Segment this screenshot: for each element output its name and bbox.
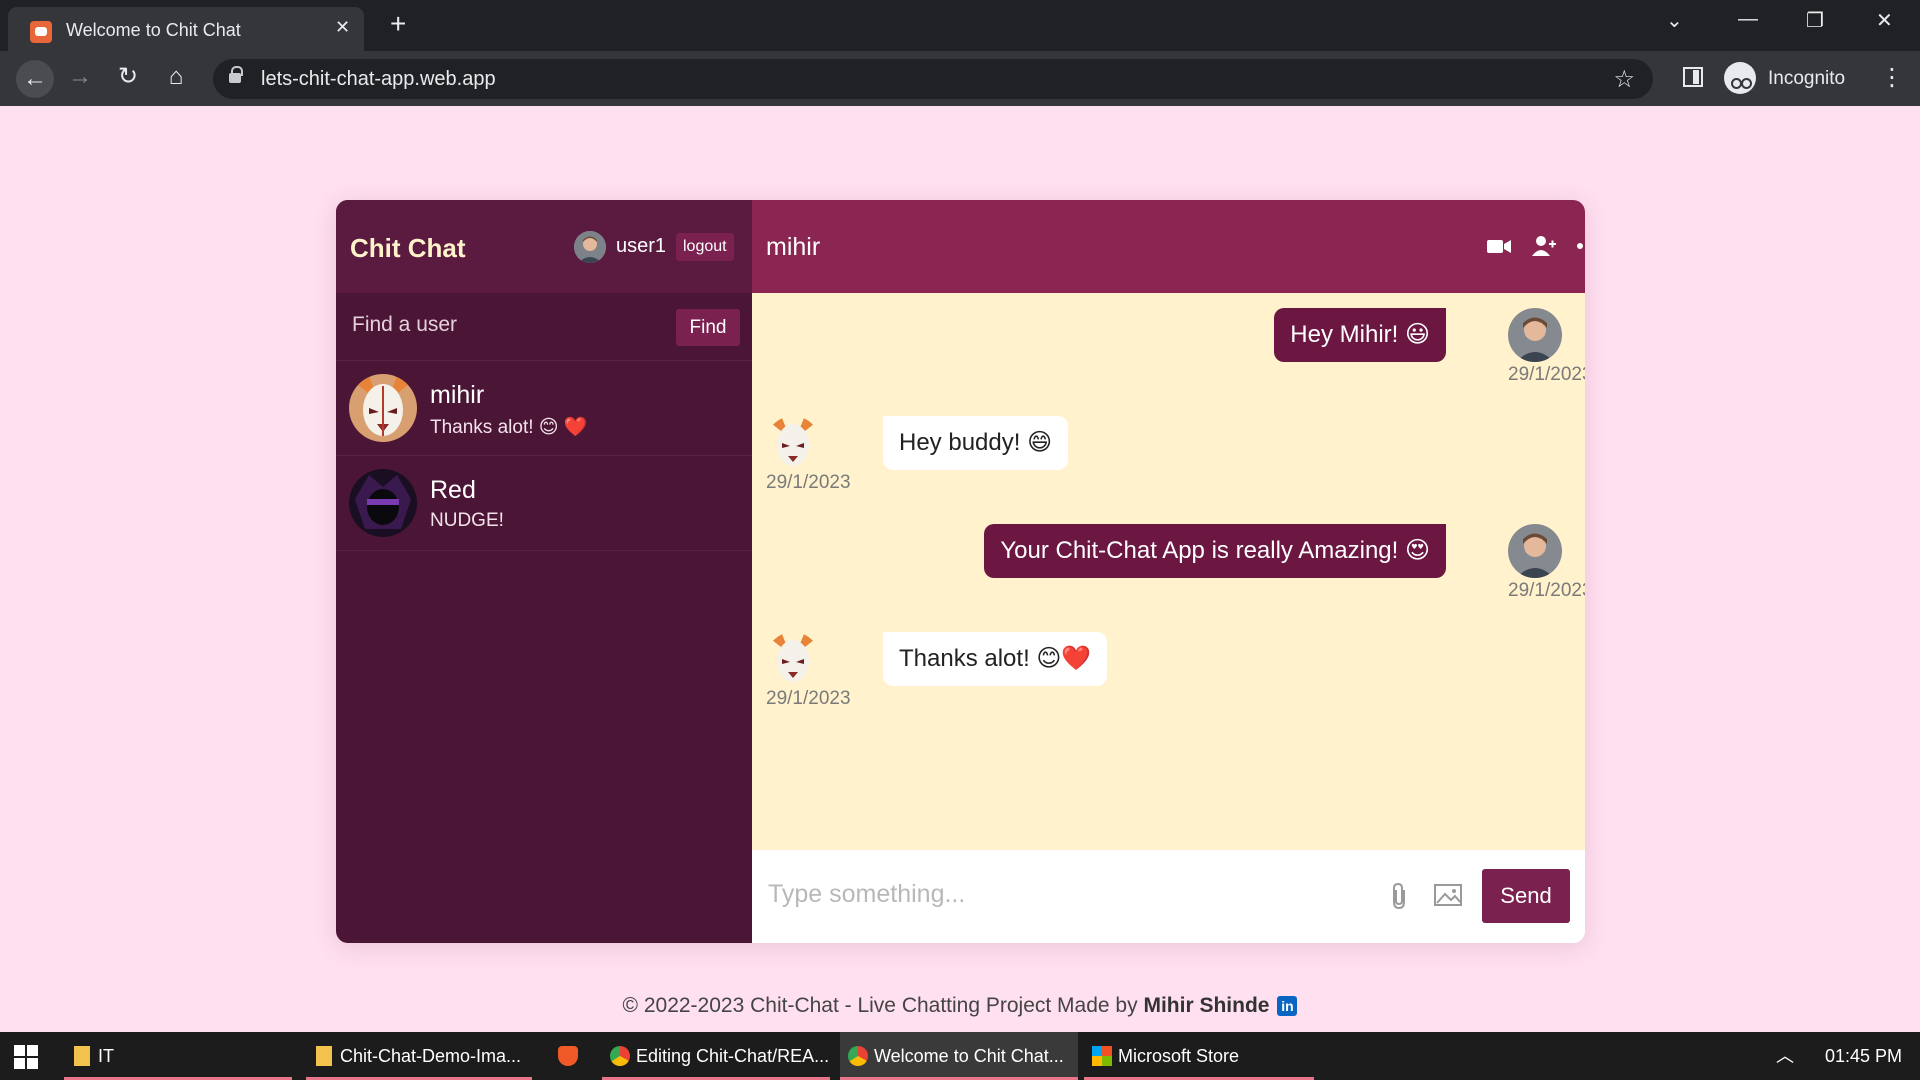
system-tray: ︿ 01:45 PM	[1776, 1032, 1902, 1080]
taskbar-item[interactable]: Chit-Chat-Demo-Ima...	[306, 1032, 532, 1080]
chat-header: mihir	[752, 200, 1585, 293]
avatar	[1508, 524, 1562, 578]
find-user-input[interactable]	[352, 313, 652, 337]
incognito-label: Incognito	[1768, 68, 1846, 89]
message-row: Thanks alot! 😊❤️ 29/1/2023	[752, 632, 1585, 732]
page-footer: © 2022-2023 Chit-Chat - Live Chatting Pr…	[0, 994, 1920, 1018]
message-bubble: Thanks alot! 😊❤️	[883, 632, 1108, 686]
add-image-icon[interactable]	[1434, 882, 1464, 913]
browser-tab[interactable]: Welcome to Chit Chat ✕	[8, 7, 364, 51]
add-user-icon[interactable]	[1531, 234, 1557, 258]
restore-icon[interactable]: ❐	[1806, 8, 1824, 33]
close-tab-icon[interactable]: ✕	[335, 17, 350, 38]
user-search: Find	[336, 293, 752, 361]
taskbar-item-label: Editing Chit-Chat/REA...	[636, 1046, 830, 1066]
browser-toolbar: ← → ↻ ⌂ lets-chit-chat-app.web.app ☆ Inc…	[0, 51, 1920, 106]
minimize-icon[interactable]: —	[1738, 8, 1758, 31]
back-icon[interactable]: ←	[16, 60, 54, 98]
sidebar-header: Chit Chat user1 logout	[336, 200, 752, 293]
message-bubble: Hey buddy! 😄	[883, 416, 1069, 470]
browser-menu-icon[interactable]: ⋮	[1880, 63, 1904, 92]
folder-icon	[74, 1046, 90, 1066]
message-date: 29/1/2023	[1508, 580, 1585, 601]
browser-tabbar: Welcome to Chit Chat ✕ + ⌄ — ❐ ✕	[0, 0, 1920, 51]
send-button[interactable]: Send	[1482, 869, 1570, 923]
chrome-icon	[610, 1046, 630, 1066]
chat-item-last-message: NUDGE!	[430, 510, 504, 531]
tray-expand-icon[interactable]: ︿	[1776, 1046, 1794, 1066]
more-options-icon[interactable]	[1576, 234, 1585, 258]
chat-item-name: Red	[430, 476, 476, 504]
taskbar-item[interactable]: Microsoft Store	[1084, 1032, 1314, 1080]
message-date: 29/1/2023	[1508, 364, 1585, 385]
message-bubble: Hey Mihir! 😃	[1274, 308, 1446, 362]
message-date: 29/1/2023	[766, 472, 851, 493]
chat-favicon-icon	[30, 21, 52, 43]
windows-start-icon[interactable]	[14, 1045, 38, 1069]
avatar	[766, 632, 820, 686]
attach-file-icon[interactable]	[1390, 882, 1410, 915]
chat-list-item[interactable]: Red NUDGE!	[336, 456, 752, 551]
taskbar-item-label: Microsoft Store	[1118, 1046, 1240, 1066]
taskbar-item-label: Chit-Chat-Demo-Ima...	[340, 1046, 522, 1066]
message-bubble: Your Chit-Chat App is really Amazing! 😍	[984, 524, 1446, 578]
chat-item-name: mihir	[430, 381, 485, 409]
chat-list-item[interactable]: mihir Thanks alot! 😊 ❤️	[336, 361, 752, 456]
footer-author[interactable]: Mihir Shinde	[1143, 994, 1269, 1017]
incognito-indicator[interactable]: Incognito	[1722, 59, 1852, 99]
linkedin-icon[interactable]: in	[1277, 996, 1298, 1017]
folder-icon	[316, 1046, 332, 1066]
find-button[interactable]: Find	[676, 309, 740, 346]
tab-search-icon[interactable]: ⌄	[1666, 8, 1683, 33]
avatar	[349, 374, 417, 442]
chat-app: Chit Chat user1 logout Find mihir Thanks…	[336, 200, 1585, 943]
clock[interactable]: 01:45 PM	[1825, 1046, 1902, 1066]
home-icon[interactable]: ⌂	[160, 63, 192, 91]
chat-item-last-message: Thanks alot! 😊 ❤️	[430, 417, 588, 438]
app-logo: Chit Chat	[350, 233, 466, 263]
current-user-name: user1	[616, 235, 667, 257]
incognito-icon	[1724, 62, 1756, 94]
message-input[interactable]	[768, 880, 1368, 909]
chat-title: mihir	[766, 233, 821, 261]
taskbar-item-label: IT	[98, 1046, 114, 1066]
taskbar-item[interactable]: Editing Chit-Chat/REA...	[602, 1032, 830, 1080]
address-bar[interactable]: lets-chit-chat-app.web.app ☆	[213, 59, 1653, 99]
new-tab-button[interactable]: +	[390, 8, 406, 40]
taskbar-item[interactable]	[550, 1032, 586, 1080]
windows-taskbar: IT Chit-Chat-Demo-Ima... Editing Chit-Ch…	[0, 1032, 1920, 1080]
lock-icon	[229, 66, 243, 84]
message-row: Hey Mihir! 😃 29/1/2023	[752, 308, 1585, 408]
footer-text: © 2022-2023 Chit-Chat - Live Chatting Pr…	[622, 994, 1144, 1017]
sidebar: Chit Chat user1 logout Find mihir Thanks…	[336, 200, 752, 943]
current-user-avatar	[574, 231, 606, 263]
side-panel-icon[interactable]	[1683, 67, 1703, 87]
message-composer: Send	[752, 850, 1585, 943]
chat-panel: mihir Hey Mihir! 😃 29/1/2023 Hey buddy! …	[752, 200, 1585, 943]
brave-browser-icon	[558, 1046, 578, 1066]
taskbar-item[interactable]: IT	[64, 1032, 292, 1080]
taskbar-item[interactable]: Welcome to Chit Chat...	[840, 1032, 1078, 1080]
avatar	[1508, 308, 1562, 362]
video-call-icon[interactable]	[1486, 234, 1512, 258]
taskbar-item-label: Welcome to Chit Chat...	[874, 1046, 1064, 1066]
reload-icon[interactable]: ↻	[112, 63, 144, 91]
tab-title: Welcome to Chit Chat	[66, 20, 241, 40]
message-row: Hey buddy! 😄 29/1/2023	[752, 416, 1585, 516]
bookmark-star-icon[interactable]: ☆	[1613, 65, 1635, 94]
microsoft-store-icon	[1092, 1046, 1112, 1066]
url-text: lets-chit-chat-app.web.app	[261, 68, 496, 90]
message-row: Your Chit-Chat App is really Amazing! 😍 …	[752, 524, 1585, 624]
forward-icon[interactable]: →	[64, 63, 96, 91]
message-date: 29/1/2023	[766, 688, 851, 709]
avatar	[349, 469, 417, 537]
avatar	[766, 416, 820, 470]
logout-button[interactable]: logout	[676, 233, 734, 261]
close-window-icon[interactable]: ✕	[1876, 8, 1893, 33]
chrome-icon	[848, 1046, 868, 1066]
